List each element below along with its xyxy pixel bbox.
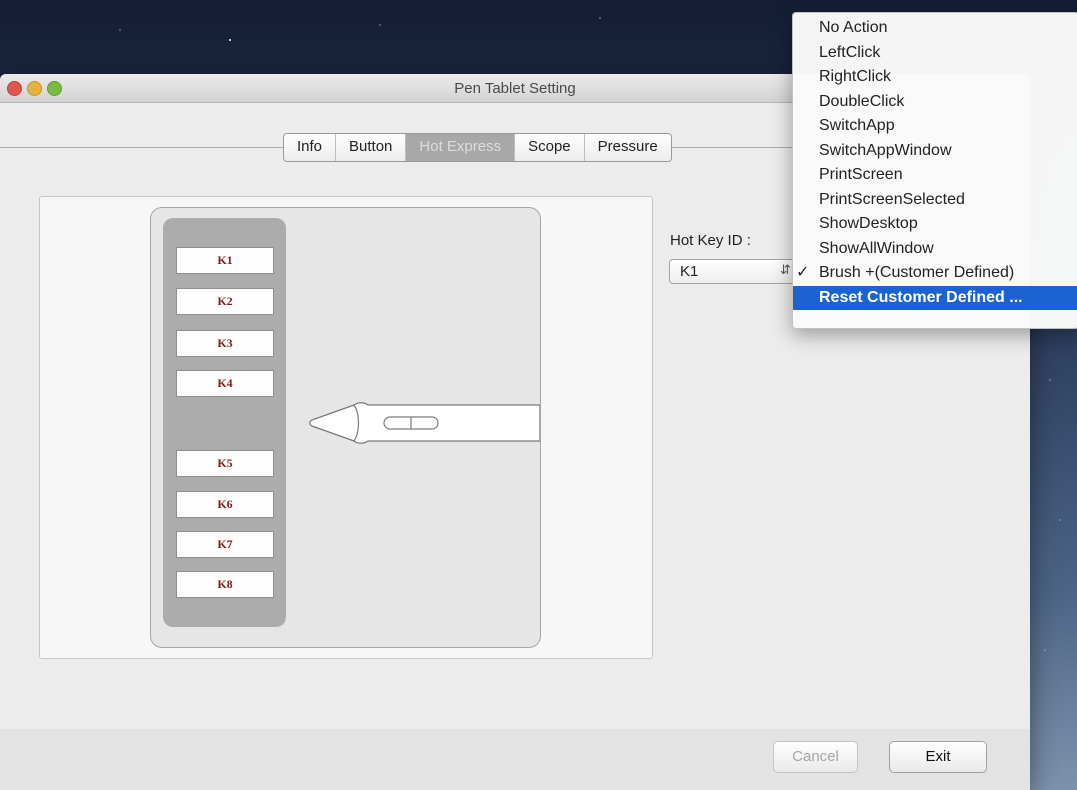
menu-item-label: LeftClick — [819, 43, 881, 61]
menu-item-label: SwitchApp — [819, 117, 895, 134]
express-key-k6[interactable]: K6 — [176, 491, 274, 518]
menu-item-label: SwitchAppWindow — [819, 141, 952, 159]
express-key-k2[interactable]: K2 — [176, 288, 274, 315]
tab-bar: Info Button Hot Express Scope Pressure — [283, 133, 672, 162]
menu-item-switch-app-window[interactable]: SwitchAppWindow — [793, 139, 1077, 164]
pen-icon — [309, 402, 540, 444]
menu-item-print-screen-selected[interactable]: PrintScreenSelected — [793, 188, 1077, 213]
tab-info[interactable]: Info — [284, 134, 337, 161]
bottom-button-strip — [0, 729, 1030, 790]
cancel-button[interactable]: Cancel — [773, 741, 858, 773]
menu-item-show-all-window[interactable]: ShowAllWindow — [793, 237, 1077, 262]
tab-hot-express[interactable]: Hot Express — [406, 134, 516, 161]
hot-key-id-label: Hot Key ID : — [670, 232, 751, 249]
select-stepper-icon: ⇵ — [780, 262, 791, 277]
tab-scope[interactable]: Scope — [515, 134, 585, 161]
menu-item-left-click[interactable]: LeftClick — [793, 41, 1077, 66]
menu-item-brush-customer-defined[interactable]: ✓ Brush +(Customer Defined) — [793, 261, 1077, 286]
menu-item-label: ShowDesktop — [819, 215, 918, 232]
menu-item-right-click[interactable]: RightClick — [793, 65, 1077, 90]
menu-item-label: Brush +(Customer Defined) — [819, 264, 1015, 281]
tab-pressure[interactable]: Pressure — [585, 134, 671, 161]
checkmark-icon: ✓ — [796, 264, 810, 281]
express-key-k3[interactable]: K3 — [176, 330, 274, 357]
express-key-strip: K1 K2 K3 K4 K5 K6 K7 K8 — [163, 218, 286, 627]
hot-key-id-value: K1 — [680, 263, 699, 280]
menu-item-label: No Action — [819, 19, 888, 36]
express-key-k8[interactable]: K8 — [176, 571, 274, 598]
menu-item-label: RightClick — [819, 68, 892, 85]
menu-item-switch-app[interactable]: SwitchApp — [793, 114, 1077, 139]
hot-key-id-select[interactable]: K1 ⇵ — [669, 259, 804, 284]
menu-item-label: DoubleClick — [819, 92, 905, 110]
action-dropdown-menu: No Action LeftClick RightClick DoubleCli… — [792, 12, 1077, 329]
menu-item-label: Reset Customer Defined ... — [819, 288, 1023, 306]
menu-item-show-desktop[interactable]: ShowDesktop — [793, 212, 1077, 237]
express-key-k5[interactable]: K5 — [176, 450, 274, 477]
tablet-preview-panel: K1 K2 K3 K4 K5 K6 K7 K8 — [39, 196, 653, 659]
menu-item-reset-customer-defined[interactable]: Reset Customer Defined ... — [793, 285, 1077, 310]
menu-item-no-action[interactable]: No Action — [793, 16, 1077, 41]
express-key-k1[interactable]: K1 — [176, 247, 274, 274]
menu-item-label: ShowAllWindow — [819, 239, 934, 257]
menu-item-label: PrintScreen — [819, 166, 903, 183]
tab-button[interactable]: Button — [336, 134, 407, 161]
menu-item-label: PrintScreenSelected — [819, 190, 965, 208]
menu-item-double-click[interactable]: DoubleClick — [793, 90, 1077, 115]
tablet-illustration: K1 K2 K3 K4 K5 K6 K7 K8 — [150, 207, 541, 648]
menu-item-print-screen[interactable]: PrintScreen — [793, 163, 1077, 188]
express-key-k4[interactable]: K4 — [176, 370, 274, 397]
exit-button[interactable]: Exit — [889, 741, 987, 773]
express-key-k7[interactable]: K7 — [176, 531, 274, 558]
